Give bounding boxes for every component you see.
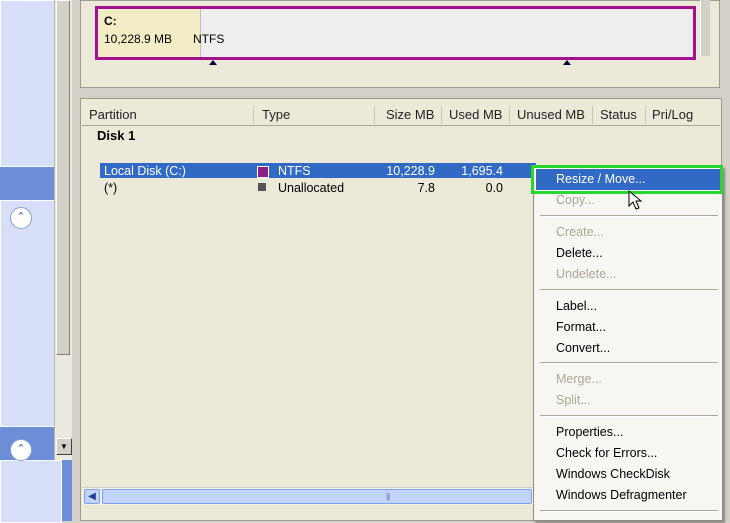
partition-filesystem: NTFS	[193, 32, 225, 46]
column-header-size[interactable]: Size MB	[386, 106, 434, 124]
menu-item-merge[interactable]: Merge...	[556, 371, 602, 387]
column-header-unused[interactable]: Unused MB	[517, 106, 585, 124]
menu-item-convert[interactable]: Convert...	[556, 340, 610, 356]
menu-item-defragmenter[interactable]: Windows Defragmenter	[556, 487, 687, 503]
scroll-grip-icon: |||	[386, 492, 390, 501]
column-header-partition[interactable]: Partition	[89, 106, 137, 124]
column-header-status[interactable]: Status	[600, 106, 637, 124]
double-chevron-up-icon[interactable]: ⌃	[10, 439, 32, 461]
menu-item-check-errors[interactable]: Check for Errors...	[556, 445, 657, 461]
partition-size: 10,228.9 MB	[104, 32, 173, 46]
menu-item-create[interactable]: Create...	[556, 224, 604, 240]
row-size: 10,228.9	[386, 164, 435, 178]
disk-group-label: Disk 1	[97, 128, 136, 143]
row-type: Unallocated	[278, 181, 345, 195]
column-header-used[interactable]: Used MB	[449, 106, 502, 124]
partition-end-marker[interactable]	[563, 60, 571, 65]
row-partition-name: Local Disk (C:)	[104, 164, 186, 178]
arrow-down-icon[interactable]: ▼	[56, 438, 72, 455]
partition-free-area	[200, 9, 693, 57]
partition-drive-letter: C:	[104, 14, 117, 28]
partition-start-marker[interactable]	[209, 60, 217, 65]
arrow-left-icon[interactable]: ◀	[84, 489, 100, 504]
menu-item-properties[interactable]: Properties...	[556, 424, 623, 440]
menu-item-checkdisk[interactable]: Windows CheckDisk	[556, 466, 670, 482]
row-used: 0.0	[485, 181, 503, 195]
menu-item-label[interactable]: Label...	[556, 298, 597, 314]
column-header-type[interactable]: Type	[262, 106, 290, 124]
unallocated-color-swatch	[258, 183, 266, 191]
highlight-annotation-box	[531, 165, 723, 194]
menu-item-copy[interactable]: Copy...	[556, 192, 595, 208]
task-group-bottom	[0, 460, 62, 523]
ntfs-color-swatch	[257, 166, 269, 178]
menu-item-undelete[interactable]: Undelete...	[556, 266, 616, 282]
row-used: 1,695.4	[461, 164, 503, 178]
double-chevron-up-icon[interactable]: ⌃	[10, 207, 32, 229]
menu-item-format[interactable]: Format...	[556, 319, 606, 335]
disk-map-scrollbar[interactable]	[700, 0, 710, 56]
row-size: 7.8	[417, 181, 435, 195]
row-type: NTFS	[278, 164, 311, 178]
task-pane-scroll-thumb[interactable]	[56, 0, 70, 355]
task-group-middle	[0, 200, 62, 427]
task-group-top	[0, 0, 62, 167]
mouse-pointer-icon	[628, 190, 643, 210]
scroll-thumb[interactable]	[102, 489, 532, 504]
menu-item-split[interactable]: Split...	[556, 392, 591, 408]
menu-item-delete[interactable]: Delete...	[556, 245, 603, 261]
column-header-prilog[interactable]: Pri/Log	[652, 106, 693, 124]
row-partition-name: (*)	[104, 181, 118, 195]
